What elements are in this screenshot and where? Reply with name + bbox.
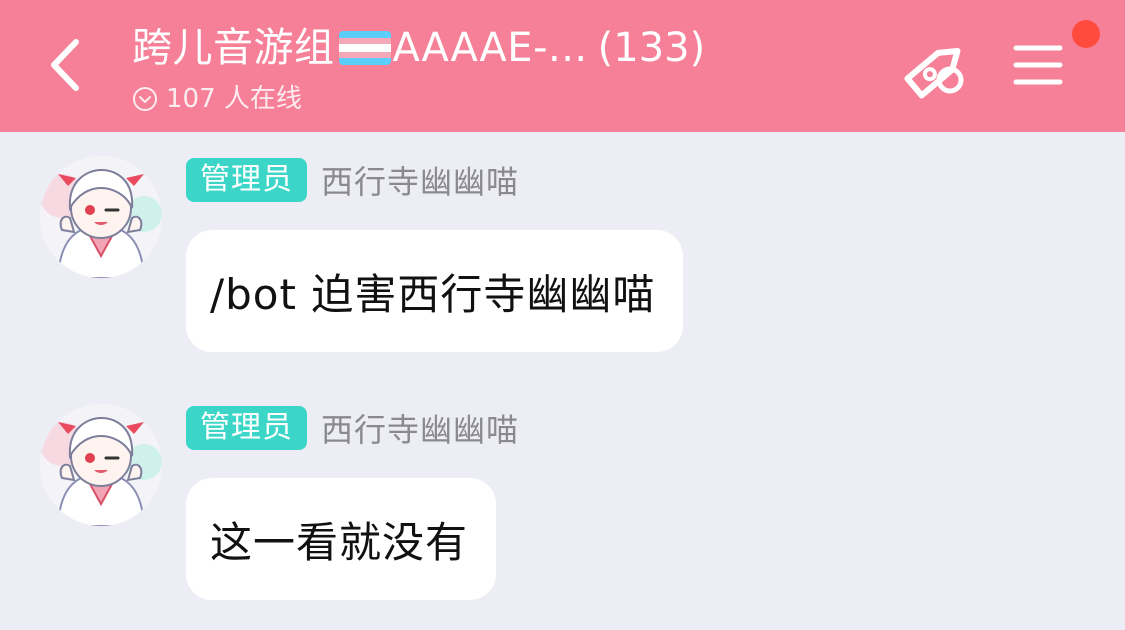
anime-girl-avatar-icon (40, 404, 162, 526)
admin-badge: 管理员 (186, 406, 307, 450)
tag-icon (904, 48, 964, 99)
anime-girl-avatar-icon (40, 156, 162, 278)
message-item: 管理员 西行寺幽幽喵 这一看就没有 (40, 404, 1080, 604)
sender-name[interactable]: 西行寺幽幽喵 (321, 157, 519, 203)
chat-title: 跨儿音游组 AAAAE-... (133) (132, 22, 872, 74)
menu-button[interactable] (1010, 40, 1066, 90)
transgender-flag-icon (338, 31, 391, 65)
group-name: 跨儿音游组 (132, 25, 335, 71)
chat-title-area[interactable]: 跨儿音游组 AAAAE-... (133) 107 人在线 (132, 22, 872, 116)
message-meta: 管理员 西行寺幽幽喵 (186, 404, 519, 452)
group-tag-button[interactable] (898, 36, 974, 102)
avatar[interactable] (40, 156, 162, 278)
hamburger-menu-icon (1013, 45, 1063, 85)
online-status: 107 人在线 (132, 82, 872, 116)
message-meta: 管理员 西行寺幽幽喵 (186, 156, 519, 204)
avatar[interactable] (40, 404, 162, 526)
sender-name[interactable]: 西行寺幽幽喵 (321, 405, 519, 451)
message-item: 管理员 西行寺幽幽喵 /bot 迫害西行寺幽幽喵 (40, 156, 1080, 356)
online-count-text: 107 人在线 (166, 84, 302, 114)
message-bubble[interactable]: 这一看就没有 (186, 478, 497, 600)
notification-dot (1072, 20, 1100, 48)
chat-header: 跨儿音游组 AAAAE-... (133) 107 人在线 (0, 0, 1125, 132)
member-count: (133) (597, 25, 706, 71)
message-bubble[interactable]: /bot 迫害西行寺幽幽喵 (186, 230, 684, 352)
admin-badge: 管理员 (186, 158, 307, 202)
chevron-circle-icon (133, 87, 157, 111)
group-id: AAAAE-... (392, 25, 588, 71)
chevron-left-icon (51, 39, 79, 91)
back-button[interactable] (40, 30, 96, 100)
